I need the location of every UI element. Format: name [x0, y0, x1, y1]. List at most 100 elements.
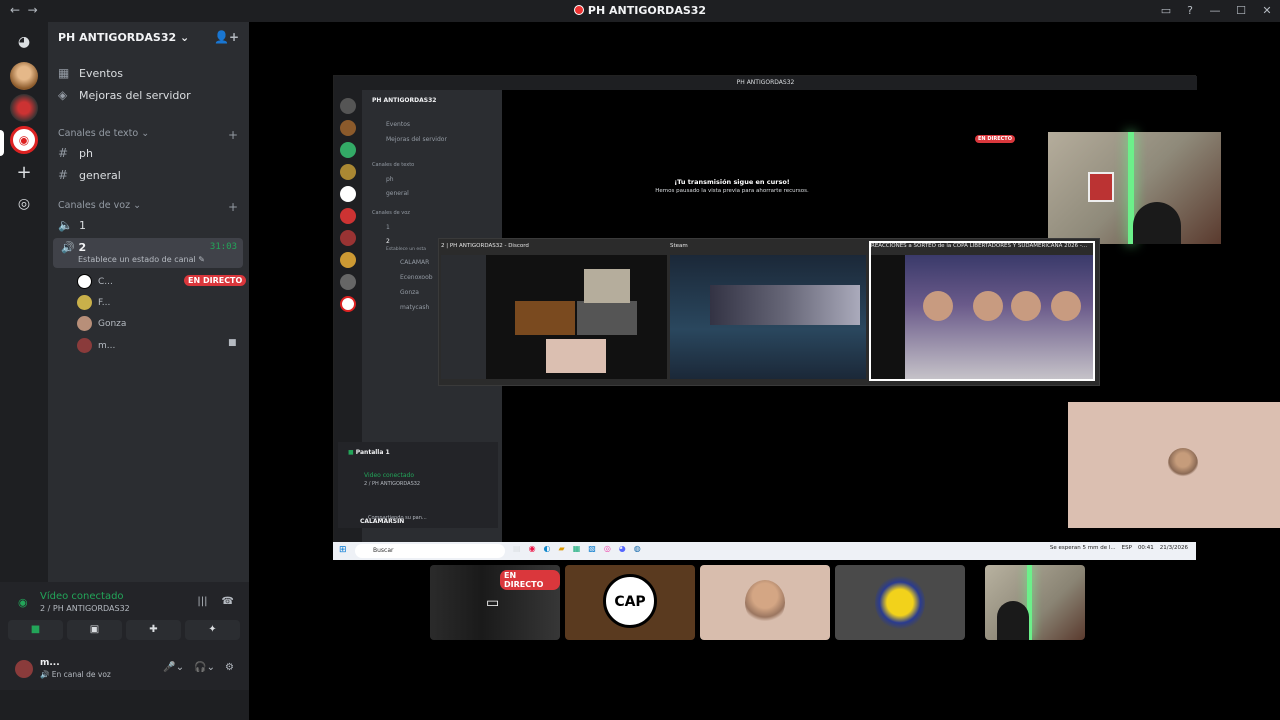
- server-icon-1[interactable]: [10, 62, 38, 90]
- voice-user[interactable]: m...: [77, 338, 115, 353]
- tile-avatar[interactable]: [835, 565, 965, 640]
- channel-status[interactable]: Establece un estado de canal ✎: [78, 255, 205, 264]
- microphone-icon[interactable]: 🎤⌄: [163, 662, 184, 673]
- server-icon: [340, 208, 356, 224]
- switcher-window-discord[interactable]: 2 | PH ANTIGORDAS32 - Discord: [441, 243, 667, 379]
- task-view-icon[interactable]: ▤: [513, 544, 521, 553]
- tile-camera[interactable]: [700, 565, 830, 640]
- language-indicator[interactable]: ESP: [1122, 545, 1132, 551]
- chrome-icon[interactable]: ◉: [529, 544, 536, 553]
- channel-ph[interactable]: # ph: [58, 146, 93, 160]
- clock-time[interactable]: 00:41: [1138, 545, 1154, 551]
- server-icon: [340, 252, 356, 268]
- minimize-icon[interactable]: —: [1202, 0, 1228, 22]
- avatar: [77, 338, 92, 353]
- add-voice-channel-icon[interactable]: +: [228, 200, 238, 214]
- avatar: [77, 274, 92, 289]
- voice-user[interactable]: F...: [77, 295, 110, 310]
- voice-user[interactable]: C...: [77, 274, 113, 289]
- start-icon[interactable]: ⊞: [339, 545, 347, 555]
- screen-share-button[interactable]: ▣: [67, 620, 122, 640]
- camera-feed: [1048, 132, 1221, 244]
- camera-icon: ■: [228, 338, 237, 348]
- voice-user[interactable]: Gonza: [77, 316, 126, 331]
- title-bar: ← → PH ANTIGORDAS32 ▭ ? — ☐ ✕: [0, 0, 1280, 22]
- call-timer: 31:03: [209, 242, 237, 252]
- hashtag-icon: #: [58, 146, 69, 160]
- channel-general[interactable]: # general: [58, 168, 121, 182]
- server-icon: [340, 230, 356, 246]
- boosts-item[interactable]: ◈ Mejoras del servidor: [58, 88, 191, 102]
- headphones-icon[interactable]: 🎧⌄: [194, 662, 215, 673]
- switcher-window-steam[interactable]: Steam: [670, 243, 866, 379]
- calendar-icon: ▦: [58, 66, 70, 80]
- add-server-icon[interactable]: +: [10, 158, 38, 186]
- channel-sidebar: PH ANTIGORDAS32 ⌄ 👤+ ▦ Eventos ◈ Mejoras d…: [48, 22, 249, 582]
- add-channel-icon[interactable]: +: [228, 128, 238, 142]
- invite-icon[interactable]: 👤+: [214, 30, 239, 44]
- tile-camera[interactable]: [985, 565, 1085, 640]
- noise-suppression-icon[interactable]: |||: [197, 596, 207, 607]
- tile-avatar-cap[interactable]: CAP: [565, 565, 695, 640]
- explore-icon[interactable]: ◎: [10, 190, 38, 218]
- discord-icon[interactable]: ◕: [619, 544, 626, 553]
- discord-home-icon[interactable]: ◕: [10, 28, 38, 56]
- server-icon-active[interactable]: ◉: [10, 126, 38, 154]
- maximize-icon[interactable]: ☐: [1228, 0, 1254, 22]
- camera-button[interactable]: ■: [8, 620, 63, 640]
- screen-label: ■ Pantalla 1: [348, 449, 390, 456]
- activities-button[interactable]: ✚: [126, 620, 181, 640]
- server-icon: [340, 274, 356, 290]
- sidebar-footer: [0, 690, 249, 720]
- camera-feed: [1068, 402, 1280, 528]
- disconnect-icon[interactable]: ☎: [222, 596, 234, 607]
- store-icon[interactable]: ▧: [588, 544, 596, 553]
- live-badge: EN DIRECTO: [500, 570, 560, 590]
- voice-category[interactable]: Canales de voz ⌄ +: [58, 200, 238, 214]
- instagram-icon[interactable]: ◎: [604, 544, 611, 553]
- server-icon: [340, 164, 356, 180]
- switcher-window-youtube[interactable]: REACCIONES a SORTEO de la COPA LIBERTADO…: [869, 241, 1095, 381]
- avatar: [15, 660, 33, 678]
- edge-icon[interactable]: ◐: [544, 544, 551, 553]
- excel-icon[interactable]: ▦: [573, 544, 581, 553]
- inner-title-bar: PH ANTIGORDAS32: [334, 76, 1197, 90]
- tile-screen-share[interactable]: ▭ EN DIRECTO: [430, 565, 560, 640]
- text-category[interactable]: Canales de texto ⌄ +: [58, 128, 238, 142]
- live-badge: EN DIRECTO: [975, 135, 1015, 143]
- club-badge: CAP: [603, 574, 657, 628]
- folder-icon[interactable]: ▰: [559, 544, 565, 553]
- server-header[interactable]: PH ANTIGORDAS32 ⌄ 👤+: [48, 22, 249, 52]
- help-icon[interactable]: ?: [1178, 0, 1202, 22]
- connection-status[interactable]: Vídeo conectado: [40, 591, 124, 602]
- settings-icon[interactable]: ⚙: [225, 662, 234, 673]
- soundboard-button[interactable]: ✦: [185, 620, 240, 640]
- steam-icon[interactable]: ◍: [634, 544, 641, 553]
- window-switcher: 2 | PH ANTIGORDAS32 - Discord Steam REAC…: [438, 238, 1100, 386]
- server-icon: [340, 296, 356, 312]
- speaker-icon: 🔊: [40, 670, 50, 679]
- monitor-icon: ▭: [486, 595, 500, 611]
- voice-channel-1[interactable]: 🔈 1: [58, 218, 86, 232]
- hashtag-icon: #: [58, 168, 69, 182]
- voice-channel-2[interactable]: 🔊 2 31:03 Establece un estado de canal ✎: [53, 238, 243, 268]
- screen-icon: ■: [348, 449, 354, 456]
- close-icon[interactable]: ✕: [1254, 0, 1280, 22]
- boost-icon: ◈: [58, 88, 68, 102]
- events-item[interactable]: ▦ Eventos: [58, 66, 123, 80]
- inbox-icon[interactable]: ▭: [1154, 0, 1178, 22]
- clock-date[interactable]: 21/3/2026: [1160, 545, 1188, 551]
- speaker-icon: 🔊: [61, 241, 75, 254]
- avatar: [77, 295, 92, 310]
- server-icon: [573, 5, 584, 15]
- taskbar-search[interactable]: Buscar: [355, 544, 505, 558]
- active-server-indicator: [0, 130, 4, 156]
- server-icon: [340, 142, 356, 158]
- server-icon: [340, 120, 356, 136]
- connection-location: 2 / PH ANTIGORDAS32: [40, 604, 130, 613]
- voice-panel: ◉ Vídeo conectado 2 / PH ANTIGORDAS32 ||…: [0, 582, 249, 690]
- weather-note[interactable]: Se esperan 5 mm de l...: [1050, 545, 1116, 551]
- server-icon-2[interactable]: [10, 94, 38, 122]
- stream-paused-title: ¡Tu transmisión sigue en curso!: [674, 178, 790, 186]
- server-icon: [340, 186, 356, 202]
